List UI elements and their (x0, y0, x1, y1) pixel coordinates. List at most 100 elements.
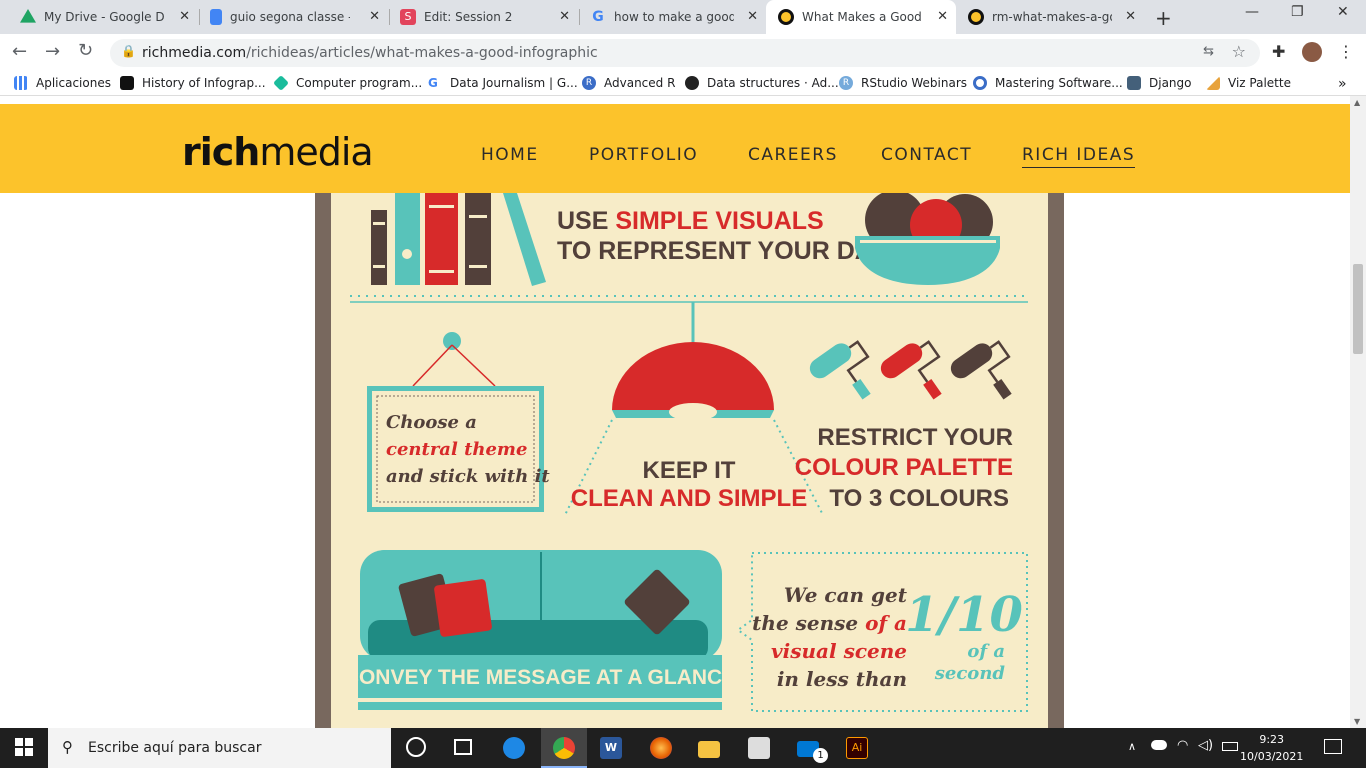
close-icon[interactable]: ✕ (1125, 9, 1136, 24)
nav-rich-ideas[interactable]: RICH IDEAS (1022, 145, 1136, 168)
bowl-illustration (855, 193, 1000, 285)
translate-icon[interactable]: ⇆ (1203, 44, 1214, 59)
search-icon: ⚲ (62, 738, 73, 756)
tab-rm-infographic[interactable]: rm-what-makes-a-good-infographic ✕ (956, 0, 1144, 34)
illustrator-icon[interactable]: Ai (846, 737, 868, 759)
close-icon[interactable]: ✕ (937, 9, 948, 24)
scene-of-a: of a (967, 641, 1005, 662)
firefox-icon[interactable] (650, 737, 672, 759)
address-bar[interactable]: 🔒 richmedia.com/richideas/articles/what-… (110, 39, 1260, 67)
palette-icon (1206, 76, 1220, 90)
rstudio-icon: R (839, 76, 853, 90)
close-icon[interactable]: ✕ (747, 9, 758, 24)
store-icon[interactable] (748, 737, 770, 759)
palette-line3: TO 3 COLOURS (829, 485, 1009, 512)
tab-google-docs[interactable]: guio segona classe - Google Docs ✕ (198, 0, 388, 34)
back-icon[interactable]: ← (12, 41, 27, 62)
bookmarks-bar: Aplicaciones History of Infograp... Comp… (0, 72, 1366, 96)
clock-time: 9:23 (1259, 733, 1285, 746)
scroll-up-icon[interactable]: ▲ (1354, 98, 1360, 107)
bookmark-django[interactable]: Django (1127, 76, 1192, 90)
nav-portfolio[interactable]: PORTFOLIO (589, 145, 698, 165)
tab-title: Edit: Session 2 (424, 10, 513, 24)
close-icon[interactable]: ✕ (369, 9, 380, 24)
theme-line2: central theme (386, 439, 527, 460)
avatar[interactable] (1302, 42, 1322, 62)
bookmark-rstudio-webinars[interactable]: R RStudio Webinars (839, 76, 967, 90)
close-icon[interactable]: ✕ (559, 9, 570, 24)
richmedia-icon (778, 9, 794, 25)
scene-line2: the sense of a (752, 611, 907, 635)
nav-careers[interactable]: CAREERS (748, 145, 838, 165)
search-placeholder: Escribe aquí para buscar (88, 740, 262, 756)
book-icon (1127, 76, 1141, 90)
new-tab-button[interactable]: + (1155, 6, 1172, 30)
taskbar-search-box[interactable]: ⚲ Escribe aquí para buscar (48, 728, 391, 768)
wifi-icon[interactable]: ◠ (1177, 738, 1188, 753)
scroll-thumb[interactable] (1353, 264, 1363, 354)
tab-google-drive[interactable]: My Drive - Google Drive ✕ (8, 0, 198, 34)
close-icon[interactable]: ✕ (179, 9, 190, 24)
glance-caption: CONVEY THE MESSAGE AT A GLANCE (344, 666, 736, 689)
tab-title: how to make a good infographic (614, 10, 734, 24)
simple-visuals-line2: TO REPRESENT YOUR DATA (557, 237, 902, 265)
extensions-icon[interactable]: ✚ (1272, 42, 1285, 61)
scene-line4: in less than (777, 667, 907, 691)
tab-title: My Drive - Google Drive (44, 10, 164, 24)
menu-icon[interactable]: ⋮ (1338, 42, 1354, 61)
task-view-icon[interactable] (454, 739, 472, 755)
bookmark-data-journalism[interactable]: G Data Journalism | G... (428, 76, 578, 90)
notifications-icon[interactable] (1324, 739, 1342, 754)
tab-edit-session[interactable]: S Edit: Session 2 ✕ (388, 0, 578, 34)
docs-icon (210, 9, 222, 25)
bookmark-apps[interactable]: Aplicaciones (14, 76, 111, 90)
forward-icon[interactable]: → (45, 41, 60, 62)
file-explorer-icon[interactable] (698, 741, 720, 758)
bookmark-data-structures[interactable]: Data structures · Ad... (685, 76, 839, 90)
clean-line1: KEEP IT (643, 457, 736, 484)
scroll-down-icon[interactable]: ▼ (1354, 717, 1360, 726)
scene-line1: We can get (784, 583, 908, 607)
bookmark-computer-programming[interactable]: Computer program... (273, 75, 422, 91)
windows-start-icon[interactable] (15, 738, 33, 756)
cortana-icon[interactable] (406, 737, 426, 757)
s-icon: S (400, 9, 416, 25)
palette-line2: COLOUR PALETTE (795, 454, 1013, 481)
more-bookmarks-icon[interactable]: » (1338, 76, 1347, 92)
windows-taskbar: ⚲ Escribe aquí para buscar W 1 Ai ∧ ◠ ◁)… (0, 728, 1366, 768)
simple-visuals-line1: USE SIMPLE VISUALS (557, 207, 824, 235)
r-icon: R (582, 76, 596, 90)
edge-icon[interactable] (503, 737, 525, 759)
chrome-icon[interactable] (553, 737, 575, 759)
browser-toolbar: ← → ↻ 🔒 richmedia.com/richideas/articles… (0, 34, 1366, 72)
word-icon[interactable]: W (600, 737, 622, 759)
bookmark-mastering-software[interactable]: Mastering Software... (973, 76, 1123, 90)
nav-contact[interactable]: CONTACT (881, 145, 972, 165)
bookmark-history-infographics[interactable]: History of Infograp... (120, 76, 266, 90)
nav-home[interactable]: HOME (481, 145, 539, 165)
scene-line3: visual scene (771, 639, 907, 663)
star-icon[interactable]: ☆ (1232, 42, 1246, 61)
minimize-icon[interactable]: — (1245, 4, 1259, 20)
google-icon: G (592, 9, 604, 25)
page-scrollbar[interactable]: ▲ ▼ (1350, 96, 1366, 728)
richmedia-logo[interactable]: richmedia (182, 130, 374, 174)
browser-tab-strip: My Drive - Google Drive ✕ guio segona cl… (0, 0, 1366, 34)
apps-icon (14, 76, 28, 90)
restore-icon[interactable]: ❐ (1291, 4, 1304, 20)
chevron-up-icon[interactable]: ∧ (1128, 740, 1136, 753)
battery-icon[interactable] (1222, 742, 1238, 751)
close-window-icon[interactable]: ✕ (1337, 4, 1349, 20)
tab-what-makes-good-infographic[interactable]: What Makes a Good Infographic ✕ (766, 0, 956, 34)
system-clock[interactable]: 9:23 10/03/2021 (1240, 731, 1303, 765)
volume-icon[interactable]: ◁) (1198, 738, 1213, 753)
palette-line1: RESTRICT YOUR (817, 424, 1013, 451)
onedrive-icon[interactable] (1151, 740, 1167, 750)
tab-google-search[interactable]: G how to make a good infographic ✕ (578, 0, 766, 34)
reload-icon[interactable]: ↻ (78, 40, 93, 61)
url-text: richmedia.com/richideas/articles/what-ma… (142, 45, 598, 61)
richmedia-icon (968, 9, 984, 25)
bookmark-viz-palette[interactable]: Viz Palette (1206, 76, 1291, 90)
bookmark-advanced-r[interactable]: R Advanced R (582, 76, 675, 90)
clean-line2: CLEAN AND SIMPLE (571, 485, 807, 512)
